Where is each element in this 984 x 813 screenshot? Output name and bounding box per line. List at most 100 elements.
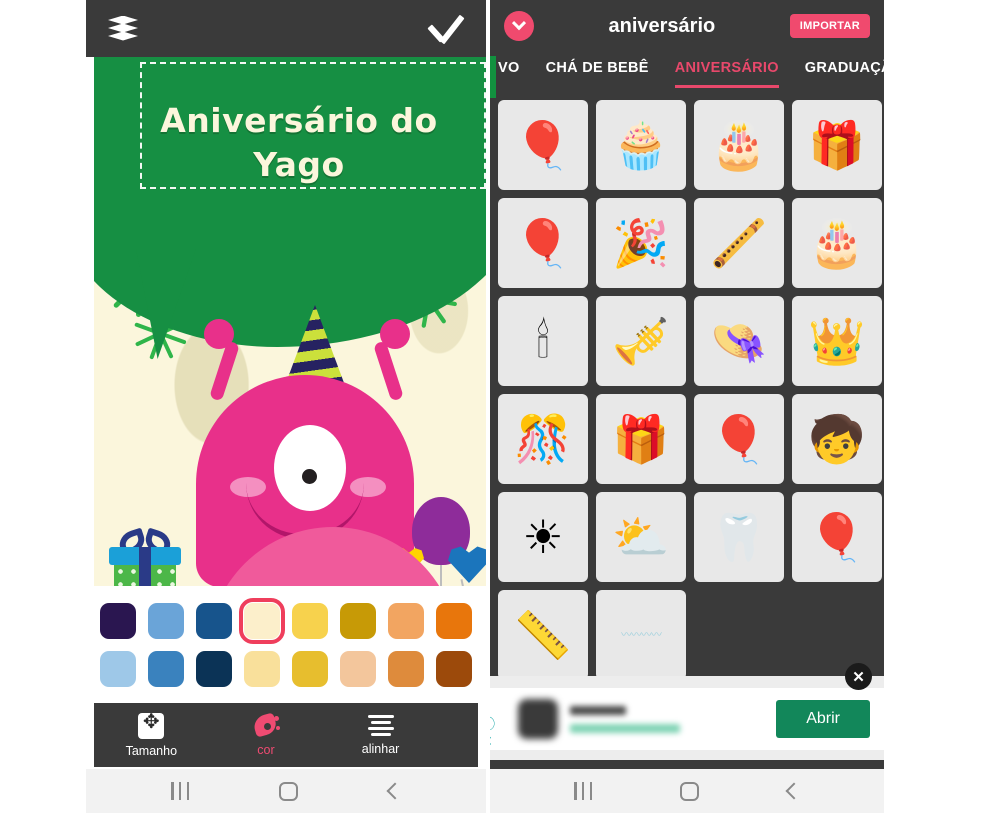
happy-birthday-text-sticker: 🎈 [710,413,768,465]
sticker-grid: 🎈 🧁 🎂 🎁 🎈 🎉 🪈 🎂 🕯 🎺 👒 👑 🎊 🎁 🎈 🧒 ☀ ⛅ 🦷 🎈 … [498,100,884,680]
sticker-panel-header: aniversário IMPORTAR [490,0,884,52]
right-phone-screen: aniversário IMPORTAR VO CHÁ DE BEBÊ ANIV… [490,0,884,813]
color-swatch[interactable] [100,602,136,639]
toolbar-label-active: cor [257,742,275,757]
ad-thumbnail [518,699,558,739]
android-navbar-right [490,769,884,813]
ad-content[interactable]: ⓘ ✕ Abrir [490,688,884,750]
red-party-hat-sticker: 🎊 [514,413,572,465]
sun-cloud-sticker: ⛅ [612,511,670,563]
toolbar-item-alinhar[interactable]: alinhar [323,714,438,756]
sticker-cell-cupcake[interactable]: 🧁 [596,100,686,190]
sticker-cell-ruler[interactable]: 📏 [498,590,588,680]
color-swatch[interactable] [196,650,232,687]
chevron-down-icon[interactable] [504,11,534,41]
crown-sticker: 👑 [808,315,866,367]
sticker-cell-party-horn[interactable]: 🎺 [596,296,686,386]
palette-row-1 [100,597,472,644]
home-icon[interactable] [680,781,700,801]
home-icon[interactable] [279,781,299,801]
invitation-card-canvas[interactable]: Aniversário do Yago [94,57,486,586]
gift-box-sticker: 🎁 [808,119,866,171]
ruler-sticker: 📏 [514,609,572,661]
editor-topbar [86,0,486,57]
sticker-cell-hot-air-balloon[interactable]: 🎈 [792,492,882,582]
sticker-cell-cake-balloon[interactable]: 🎂 [792,198,882,288]
confirm-check-icon[interactable] [424,12,464,46]
color-swatch[interactable] [292,602,328,639]
sticker-cell-gift-box[interactable]: 🎁 [792,100,882,190]
color-palette[interactable] [86,586,486,703]
dismiss-icon[interactable]: ✕ [490,733,499,750]
color-swatch-selected[interactable] [239,597,285,644]
left-phone-screen: Aniversário do Yago ✥ Tamanho cor alinha… [86,0,486,813]
ad-text-block [570,705,776,733]
party-hat-sticker: 🎉 [612,217,670,269]
recents-icon[interactable] [574,782,593,800]
party-blower-sticker: 🪈 [710,217,768,269]
color-swatch[interactable] [100,650,136,687]
tab-graduacao[interactable]: GRADUAÇÃO [805,60,884,88]
sticker-cell-candles[interactable]: 🕯 [498,296,588,386]
color-swatch[interactable] [244,650,280,687]
screenshot-stage: Aniversário do Yago ✥ Tamanho cor alinha… [0,0,984,813]
sticker-cell-red-party-hat[interactable]: 🎊 [498,394,588,484]
sticker-cell-sun-cloud[interactable]: ⛅ [596,492,686,582]
ad-open-button[interactable]: Abrir [776,700,870,738]
recents-icon[interactable] [171,782,190,800]
sticker-cell-sun-face[interactable]: ☀ [498,492,588,582]
back-icon[interactable] [386,782,404,800]
sticker-cell-happy-birthday[interactable]: 🎈 [694,394,784,484]
toolbar-item-cor[interactable]: cor [209,711,324,757]
text-selection-outline[interactable] [140,62,486,189]
sticker-cell-boy[interactable]: 🧒 [792,394,882,484]
balloons-sticker: 🎈 [514,119,572,171]
sticker-cell-party-blower[interactable]: 🪈 [694,198,784,288]
info-icon[interactable]: ⓘ [490,716,499,733]
color-swatch[interactable] [388,602,424,639]
category-tabs: VO CHÁ DE BEBÊ ANIVERSÁRIO GRADUAÇÃO NAT [490,52,884,96]
color-swatch[interactable] [196,602,232,639]
balloon-bunch-sticker: 🎈 [514,217,572,269]
ad-close-icon[interactable]: ✕ [845,663,872,690]
tab-aniversario[interactable]: ANIVERSÁRIO [674,60,779,88]
ad-title-blurred [570,705,626,715]
color-swatch[interactable] [148,650,184,687]
sticker-cell-balloons[interactable]: 🎈 [498,100,588,190]
ad-info-icons[interactable]: ⓘ ✕ [490,716,499,750]
sticker-cell-tooth[interactable]: 🦷 [694,492,784,582]
tab-cha-de-bebe[interactable]: CHÁ DE BEBÊ [546,60,649,88]
color-swatch[interactable] [340,602,376,639]
birthday-cake-sticker: 🎂 [710,119,768,171]
color-swatch[interactable] [436,650,472,687]
tooth-sticker: 🦷 [710,511,768,563]
purple-hat-sticker: 👒 [710,315,768,367]
layers-icon[interactable] [108,15,138,42]
ad-bottom-strip [490,750,884,760]
import-button[interactable]: IMPORTAR [789,14,870,38]
tab-novo[interactable]: VO [498,60,520,88]
sticker-cell-party-hat[interactable]: 🎉 [596,198,686,288]
sticker-cell-purple-hat[interactable]: 👒 [694,296,784,386]
panel-title: aniversário [608,14,716,37]
resize-icon [138,709,165,739]
sticker-cell-birthday-cake[interactable]: 🎂 [694,100,784,190]
hot-air-balloon-sticker: 🎈 [808,511,866,563]
sticker-cell-dashed-line[interactable]: 〰〰〰〰 [596,590,686,680]
toolbar-item-tamanho[interactable]: Tamanho [94,709,209,758]
sticker-cell-pink-present[interactable]: 🎁 [596,394,686,484]
color-swatch[interactable] [148,602,184,639]
color-swatch[interactable] [388,650,424,687]
color-swatch[interactable] [292,650,328,687]
toolbar-label: Tamanho [125,743,178,758]
ad-banner: ⓘ ✕ Abrir [490,676,884,768]
sticker-cell-balloon-bunch[interactable]: 🎈 [498,198,588,288]
cupcake-sticker: 🧁 [612,119,670,171]
gift-decoration [109,527,181,586]
align-icon [367,714,394,737]
boy-sticker: 🧒 [808,413,866,465]
back-icon[interactable] [785,782,803,800]
color-swatch[interactable] [340,650,376,687]
color-swatch[interactable] [436,602,472,639]
sticker-cell-crown[interactable]: 👑 [792,296,882,386]
